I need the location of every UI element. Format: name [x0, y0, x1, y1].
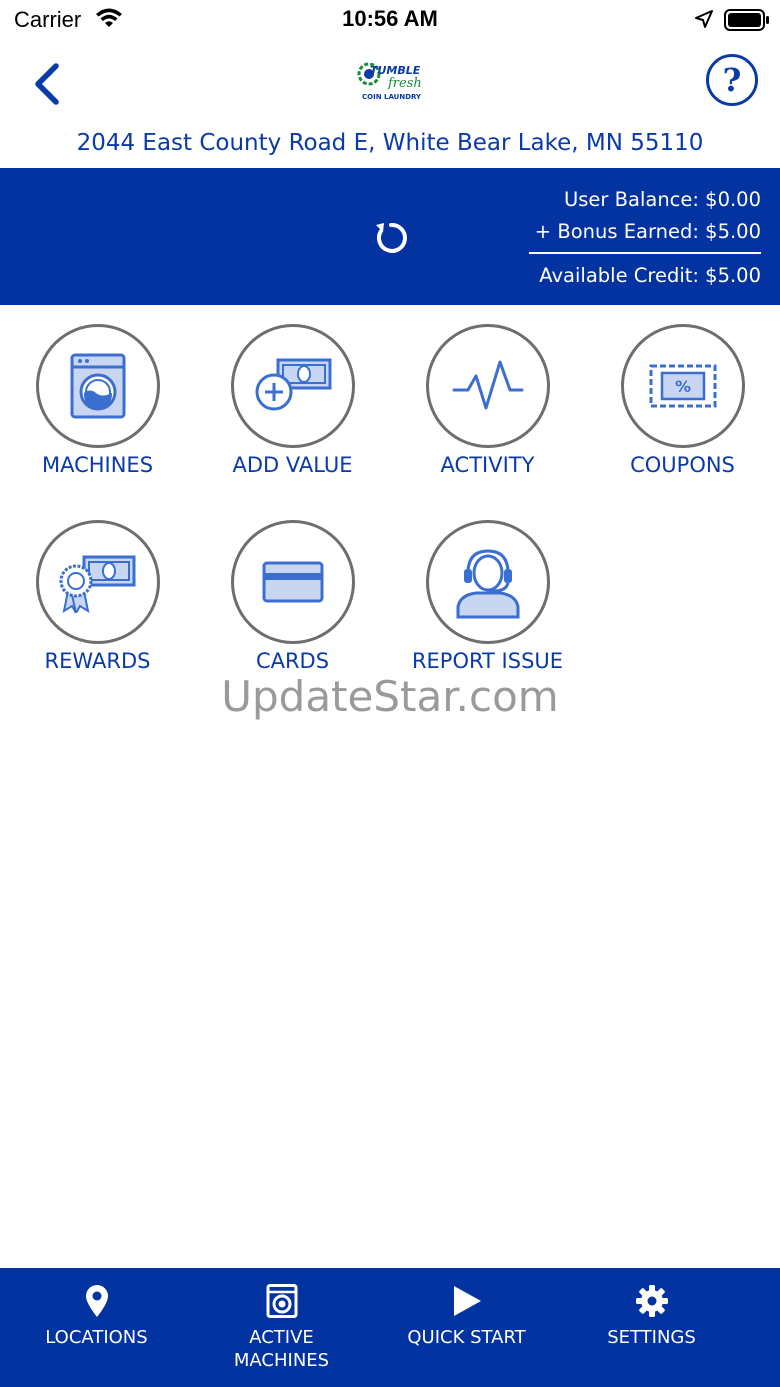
tab-label: QUICK START	[407, 1327, 526, 1348]
logo-word-fresh: fresh	[387, 76, 422, 91]
logo-word-coin-laundry: COIN LAUNDRY	[362, 93, 422, 101]
tumble-fresh-logo: TUMBLE fresh COIN LAUNDRY	[356, 58, 426, 104]
menu-label: ACTIVITY	[440, 453, 535, 477]
location-arrow-icon	[694, 9, 714, 34]
menu-tile-add-value[interactable]: ADD VALUE	[195, 305, 390, 477]
chevron-left-icon	[35, 63, 59, 105]
header: TUMBLE fresh COIN LAUNDRY ? 2044 East Co…	[0, 40, 780, 168]
menu-icon-circle	[231, 324, 355, 448]
bonus-earned-text: + Bonus Earned: $5.00	[534, 220, 761, 243]
tab-settings[interactable]: SETTINGS	[559, 1268, 744, 1387]
status-bar: Carrier 10:56 AM	[0, 0, 780, 40]
menu-tile-machines[interactable]: MACHINES	[0, 305, 195, 477]
tab-label: SETTINGS	[607, 1327, 696, 1348]
credit-card-icon	[262, 561, 324, 603]
tab-locations[interactable]: LOCATIONS	[4, 1268, 189, 1387]
watermark-text: UpdateStar.com	[221, 672, 559, 721]
headset-agent-icon	[456, 549, 520, 619]
coupon-icon: %	[649, 364, 717, 408]
menu-icon-circle	[36, 324, 160, 448]
clock-time: 10:56 AM	[342, 6, 438, 31]
washer-icon	[70, 353, 126, 419]
refresh-button[interactable]	[372, 219, 410, 257]
menu-tile-report-issue[interactable]: REPORT ISSUE	[390, 501, 585, 673]
available-credit-text: Available Credit: $5.00	[539, 264, 761, 287]
menu-icon-circle: %	[621, 324, 745, 448]
menu-icon-circle	[231, 520, 355, 644]
tab-label: LOCATIONS	[45, 1327, 148, 1348]
tab-active-machines[interactable]: ACTIVE MACHINES	[189, 1268, 374, 1387]
gear-icon	[635, 1285, 668, 1317]
menu-tile-cards[interactable]: CARDS	[195, 501, 390, 673]
tab-quick-start[interactable]: QUICK START	[374, 1268, 559, 1387]
bottom-tab-bar: LOCATIONS ACTIVE MACHINES QUICK START SE…	[0, 1268, 780, 1387]
menu-label: ADD VALUE	[232, 453, 353, 477]
question-mark-icon: ?	[722, 61, 742, 99]
menu-label: REPORT ISSUE	[411, 649, 564, 673]
menu-tile-rewards[interactable]: REWARDS	[0, 501, 195, 673]
location-address: 2044 East County Road E, White Bear Lake…	[76, 130, 704, 156]
map-pin-icon	[85, 1285, 108, 1317]
menu-label: REWARDS	[44, 649, 151, 673]
battery-icon	[724, 9, 770, 36]
menu-tile-activity[interactable]: ACTIVITY	[390, 305, 585, 477]
pulse-icon	[452, 360, 524, 410]
back-button[interactable]	[30, 62, 64, 106]
menu-icon-circle	[36, 520, 160, 644]
balance-summary: User Balance: $0.00 + Bonus Earned: $5.0…	[529, 184, 761, 292]
play-icon	[453, 1286, 481, 1316]
menu-tile-coupons[interactable]: % COUPONS	[585, 305, 780, 477]
menu-label: MACHINES	[41, 453, 154, 477]
reward-ribbon-icon	[59, 555, 136, 613]
refresh-icon	[376, 222, 407, 253]
balance-panel: User Balance: $0.00 + Bonus Earned: $5.0…	[0, 168, 780, 305]
menu-icon-circle	[426, 324, 550, 448]
user-balance-text: User Balance: $0.00	[563, 188, 761, 211]
tab-label: ACTIVE MACHINES	[233, 1327, 330, 1371]
help-button[interactable]: ?	[706, 54, 758, 106]
washer-icon	[266, 1284, 297, 1318]
menu-label: CARDS	[255, 649, 330, 673]
menu-label: COUPONS	[630, 453, 735, 477]
add-money-icon	[255, 358, 332, 411]
svg-text:%: %	[675, 377, 691, 396]
balance-divider	[529, 252, 761, 254]
menu-icon-circle	[426, 520, 550, 644]
